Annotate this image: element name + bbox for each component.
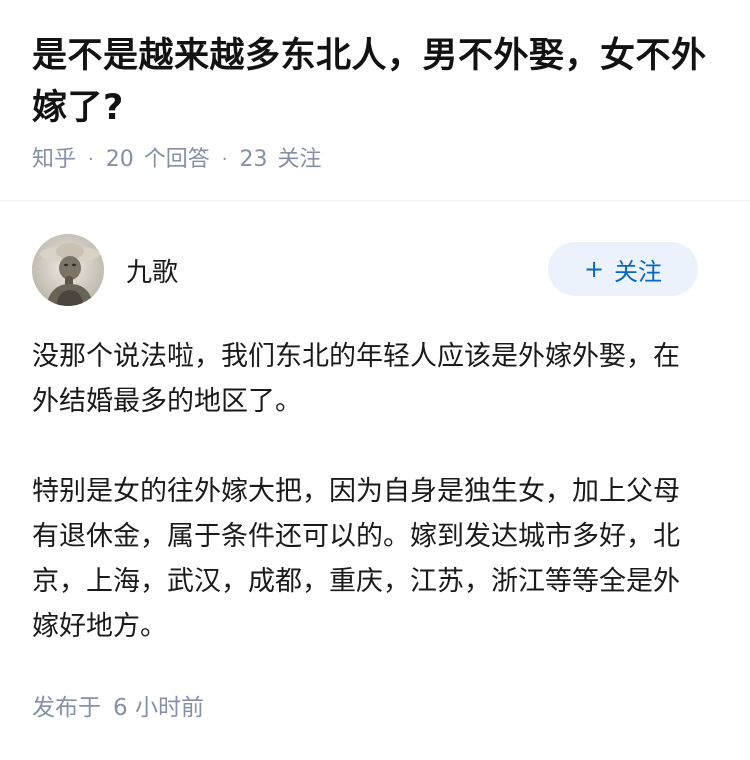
answer-body: 没那个说法啦，我们东北的年轻人应该是外嫁外娶，在外结婚最多的地区了。 特别是女的… bbox=[32, 334, 702, 649]
answers-count: 20 bbox=[105, 147, 134, 172]
author-row: 九歌 + 关注 bbox=[32, 234, 698, 306]
answers-label: 个回答 bbox=[143, 147, 210, 172]
author-name[interactable]: 九歌 bbox=[126, 252, 178, 289]
question-meta: 知乎 · 20 个回答 · 23 关注 bbox=[32, 144, 722, 176]
source-label[interactable]: 知乎 bbox=[32, 144, 76, 176]
avatar[interactable] bbox=[32, 234, 104, 306]
meta-separator: · bbox=[221, 149, 228, 170]
published-label: 发布于 bbox=[32, 695, 101, 721]
plus-icon: + bbox=[583, 255, 605, 283]
answer-paragraph: 特别是女的往外嫁大把，因为自身是独生女，加上父母有退休金，属于条件还可以的。嫁到… bbox=[32, 476, 680, 642]
answer-paragraph: 没那个说法啦，我们东北的年轻人应该是外嫁外娶，在外结婚最多的地区了。 bbox=[32, 341, 680, 417]
follow-button[interactable]: + 关注 bbox=[548, 242, 698, 296]
published-time: 发布于 6 小时前 bbox=[32, 690, 204, 726]
meta-separator: · bbox=[88, 149, 94, 170]
followers-count: 23 bbox=[239, 147, 268, 172]
published-value: 6 小时前 bbox=[113, 695, 204, 721]
avatar-photo-icon bbox=[32, 234, 104, 306]
followers-label: 关注 bbox=[277, 147, 322, 172]
divider bbox=[0, 200, 750, 201]
question-title[interactable]: 是不是越来越多东北人，男不外娶，女不外嫁了? bbox=[32, 30, 722, 134]
question-header: 是不是越来越多东北人，男不外娶，女不外嫁了? 知乎 · 20 个回答 · 23 … bbox=[32, 30, 722, 176]
follow-button-label: 关注 bbox=[614, 257, 663, 286]
